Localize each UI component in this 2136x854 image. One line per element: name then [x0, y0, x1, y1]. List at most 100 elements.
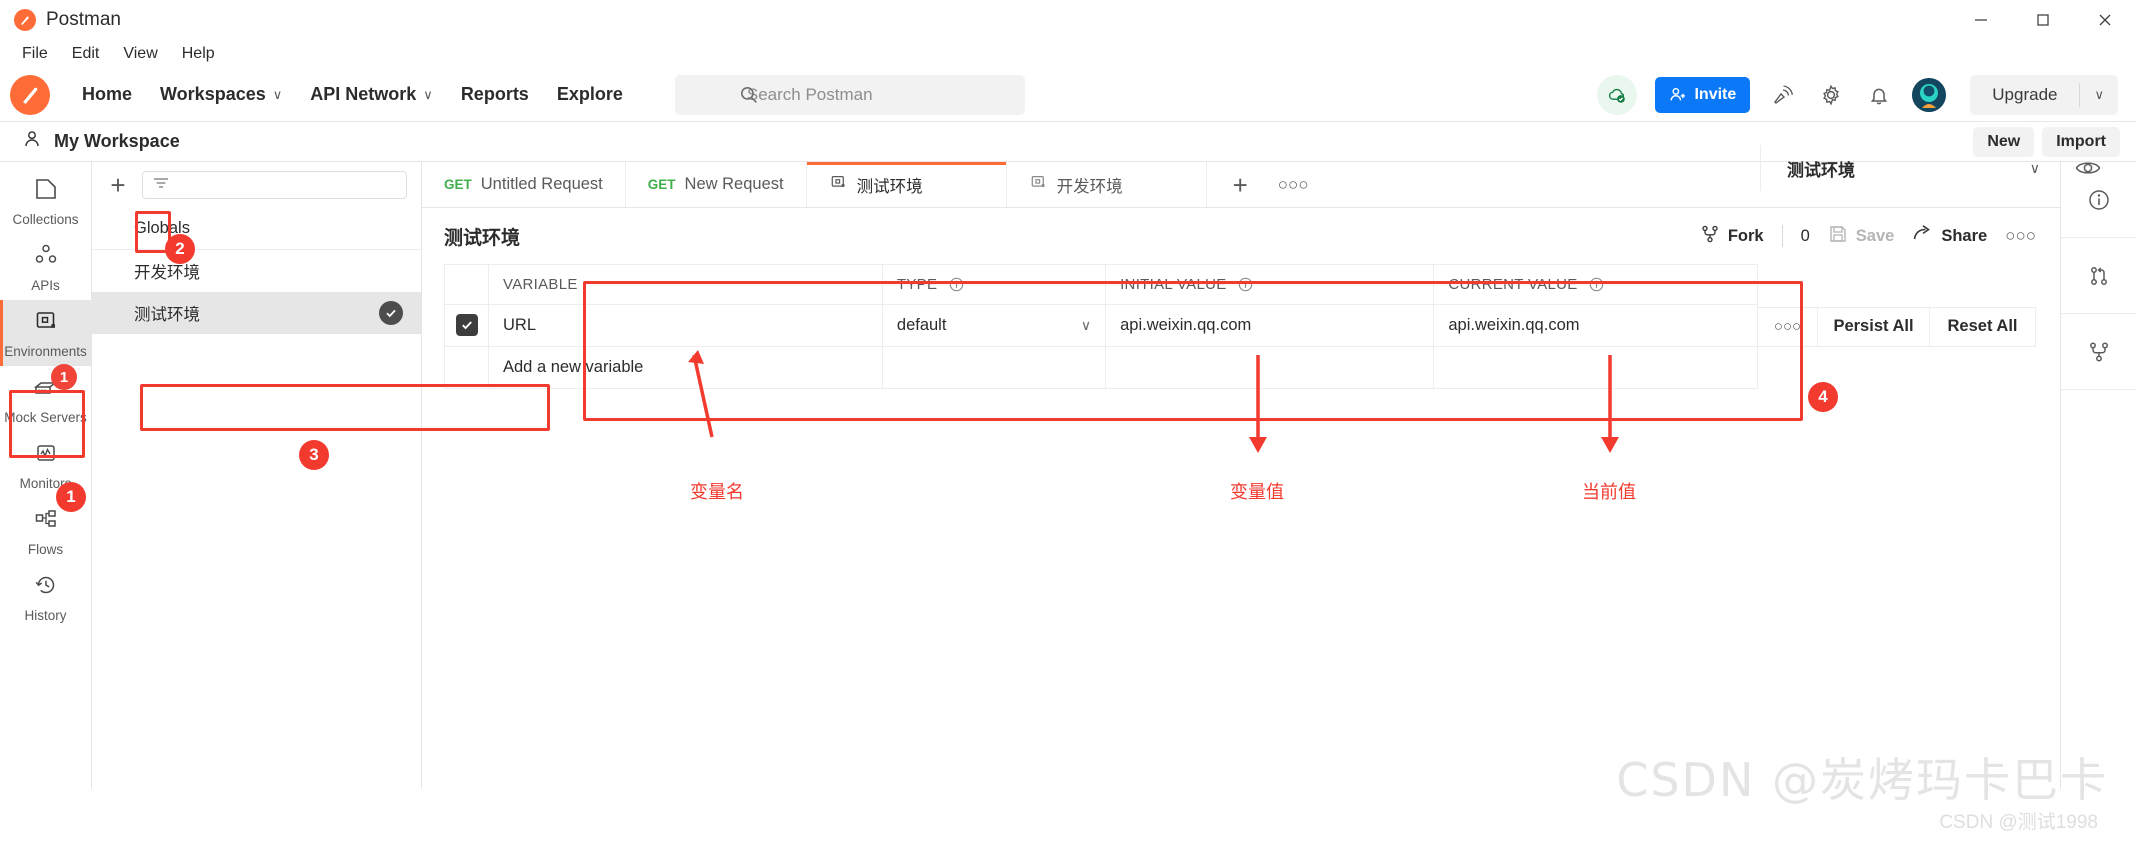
- satellite-icon[interactable]: [1768, 80, 1798, 110]
- sidebar-item-environments[interactable]: Environments: [0, 300, 91, 366]
- env-row-dev[interactable]: 开发环境: [92, 250, 421, 292]
- nav-explore[interactable]: Explore: [543, 78, 637, 111]
- upgrade-button[interactable]: Upgrade ∨: [1970, 74, 2118, 115]
- info-icon[interactable]: [949, 277, 964, 292]
- column-label: CURRENT VALUE: [1448, 276, 1578, 293]
- tab-test-environment[interactable]: 测试环境: [806, 162, 1007, 207]
- row-checkbox[interactable]: [455, 314, 478, 336]
- postman-app-window: Postman File Edit View Help Home Workspa…: [0, 0, 2136, 854]
- active-environment-check-icon[interactable]: [379, 301, 403, 325]
- cell-current-value[interactable]: api.weixin.qq.com: [1433, 304, 1758, 347]
- close-button[interactable]: [2074, 0, 2136, 40]
- table-row[interactable]: URL default ∨ api.weixin.qq.com api.weix: [444, 304, 1758, 347]
- menu-item-help[interactable]: Help: [172, 43, 225, 65]
- chevron-down-icon[interactable]: ∨: [1081, 317, 1091, 334]
- tab-label: Untitled Request: [480, 175, 603, 193]
- chevron-down-icon: ∨: [272, 86, 283, 102]
- workspace-name[interactable]: My Workspace: [54, 131, 180, 152]
- select-all-header[interactable]: [444, 264, 489, 305]
- environment-header-actions: Fork 0 Save Share ○○○: [1700, 223, 2036, 249]
- menu-item-edit[interactable]: Edit: [62, 43, 110, 65]
- create-environment-button[interactable]: +: [104, 171, 132, 199]
- tab-untitled-request[interactable]: GET Untitled Request: [422, 162, 626, 207]
- fork-label: Fork: [1727, 226, 1764, 245]
- environment-quick-look-button[interactable]: [2075, 158, 2101, 183]
- nav-home[interactable]: Home: [68, 78, 146, 111]
- info-icon[interactable]: [1238, 277, 1253, 292]
- cell-current-value[interactable]: [1433, 346, 1758, 389]
- chevron-down-icon: ∨: [423, 86, 433, 102]
- new-tab-button[interactable]: +: [1233, 172, 1248, 198]
- reset-all-button[interactable]: Reset All: [1930, 306, 2036, 347]
- info-icon: [2088, 189, 2109, 210]
- gear-icon[interactable]: [1816, 80, 1846, 110]
- cell-initial-value[interactable]: api.weixin.qq.com: [1105, 304, 1435, 347]
- sidebar-item-history[interactable]: History: [0, 564, 91, 630]
- column-header-variable[interactable]: VARIABLE: [488, 264, 883, 305]
- save-label: Save: [1855, 226, 1895, 245]
- row-checkbox-cell[interactable]: [444, 304, 489, 347]
- table-bulk-actions: ○○○ Persist All Reset All: [1758, 264, 2036, 389]
- minimize-button[interactable]: [1950, 0, 2012, 40]
- column-header-current-value[interactable]: CURRENT VALUE: [1433, 264, 1758, 305]
- sidebar-item-label: History: [24, 607, 67, 623]
- cell-new-variable-placeholder[interactable]: Add a new variable: [488, 346, 883, 389]
- row-checkbox-cell[interactable]: [444, 346, 489, 389]
- cell-type[interactable]: default ∨: [881, 304, 1107, 347]
- right-sidebar-rail: [2060, 162, 2136, 789]
- tab-dev-environment[interactable]: 开发环境: [1007, 162, 1207, 207]
- menu-bar: File Edit View Help: [0, 40, 2136, 68]
- column-header-type[interactable]: TYPE: [881, 264, 1107, 305]
- nav-workspaces[interactable]: Workspaces ∨: [146, 78, 296, 111]
- search-placeholder: Search Postman: [746, 84, 873, 104]
- chevron-down-icon[interactable]: ∨: [2080, 87, 2118, 103]
- fork-button[interactable]: Fork: [1700, 224, 1764, 249]
- table-more-options-button[interactable]: ○○○: [1758, 306, 1818, 347]
- postman-logo-icon[interactable]: [10, 74, 50, 115]
- history-icon: [33, 572, 59, 603]
- sidebar-item-monitors[interactable]: Monitors: [0, 432, 91, 498]
- cell-initial-value[interactable]: [1105, 346, 1435, 389]
- watermark-secondary: CSDN @测试1998: [1939, 812, 2098, 833]
- sidebar-item-flows[interactable]: Flows: [0, 498, 91, 564]
- app-body: Collections APIs Environments 1 Mock Ser…: [0, 162, 2136, 789]
- invite-button[interactable]: Invite: [1655, 76, 1751, 113]
- pull-requests-button[interactable]: [2061, 238, 2136, 314]
- cell-variable[interactable]: URL: [488, 304, 883, 347]
- save-button[interactable]: Save: [1828, 224, 1895, 249]
- avatar[interactable]: [1912, 77, 1947, 112]
- search-icon: [739, 85, 759, 110]
- sidebar-item-collections[interactable]: Collections: [0, 168, 91, 234]
- env-row-label: 测试环境: [134, 306, 200, 324]
- column-label: VARIABLE: [503, 276, 578, 293]
- env-row-globals[interactable]: Globals: [92, 208, 421, 250]
- sync-status-icon[interactable]: [1597, 74, 1638, 115]
- sidebar-item-label: Flows: [27, 541, 64, 557]
- cell-type[interactable]: [881, 346, 1107, 389]
- search-input[interactable]: Search Postman: [674, 74, 1025, 115]
- column-header-initial-value[interactable]: INITIAL VALUE: [1105, 264, 1435, 305]
- environment-icon: [829, 173, 848, 197]
- info-icon[interactable]: [1589, 277, 1604, 292]
- maximize-button[interactable]: [2012, 0, 2074, 40]
- menu-item-file[interactable]: File: [12, 43, 58, 65]
- tab-more-options-button[interactable]: ○○○: [1278, 175, 1309, 195]
- persist-all-button[interactable]: Persist All: [1818, 306, 1930, 347]
- share-button[interactable]: Share: [1912, 223, 1987, 249]
- sidebar-item-apis[interactable]: APIs: [0, 234, 91, 300]
- bell-icon[interactable]: [1864, 80, 1894, 110]
- more-options-button[interactable]: ○○○: [2005, 226, 2036, 246]
- env-row-label: 开发环境: [134, 264, 200, 282]
- sidebar-item-mock-servers[interactable]: 1 Mock Servers: [0, 364, 91, 432]
- tab-new-request[interactable]: GET New Request: [626, 162, 807, 207]
- env-row-test[interactable]: 测试环境: [92, 292, 421, 334]
- table-row[interactable]: Add a new variable: [444, 346, 1758, 389]
- type-value: default: [896, 316, 947, 334]
- nav-api-network[interactable]: API Network ∨: [296, 78, 447, 111]
- menu-item-view[interactable]: View: [113, 43, 167, 65]
- forks-button[interactable]: [2061, 314, 2136, 390]
- filter-input[interactable]: [142, 171, 407, 199]
- environment-selector[interactable]: 测试环境 ∨: [1760, 145, 2060, 191]
- nav-reports[interactable]: Reports: [447, 78, 543, 111]
- chevron-down-icon[interactable]: ∨: [2030, 160, 2060, 177]
